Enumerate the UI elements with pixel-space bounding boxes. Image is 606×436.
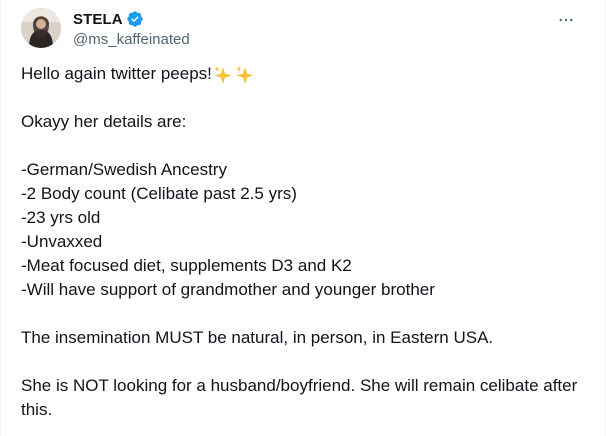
avatar-photo	[21, 8, 61, 48]
tweet-line-intro: Okayy her details are:	[21, 112, 187, 131]
tweet-line-insemination: The insemination MUST be natural, in per…	[21, 328, 494, 347]
greeting-text: Hello again twitter peeps!	[21, 64, 212, 83]
tweet-line-detail: -German/Swedish Ancestry	[21, 160, 227, 179]
verified-badge-icon	[126, 10, 144, 28]
more-options-button[interactable]	[549, 8, 583, 32]
sparkles-emoji	[213, 65, 257, 89]
tweet-line-detail: -Meat focused diet, supplements D3 and K…	[21, 256, 352, 275]
tweet-header: STELA @ms_kaffeinated	[21, 8, 591, 52]
more-options-icon	[559, 18, 573, 22]
display-name[interactable]: STELA	[73, 11, 123, 28]
tweet-line-greeting: Hello again twitter peeps!	[21, 62, 591, 86]
author-names: STELA @ms_kaffeinated	[73, 9, 190, 50]
tweet-line-closing: She is NOT looking for a husband/boyfrie…	[21, 376, 578, 419]
name-row: STELA	[73, 9, 190, 29]
tweet-line-detail: -Unvaxxed	[21, 232, 103, 251]
tweet-line-detail: -Will have support of grandmother and yo…	[21, 280, 435, 299]
tweet-card[interactable]: STELA @ms_kaffeinated Hello again twitte…	[0, 0, 606, 436]
tweet-line-detail: -2 Body count (Celibate past 2.5 yrs)	[21, 184, 297, 203]
user-handle[interactable]: @ms_kaffeinated	[73, 30, 190, 50]
tweet-line-detail: -23 yrs old	[21, 208, 101, 227]
tweet-text: Hello again twitter peeps! Okayy her det…	[21, 62, 591, 422]
avatar[interactable]	[21, 8, 61, 48]
